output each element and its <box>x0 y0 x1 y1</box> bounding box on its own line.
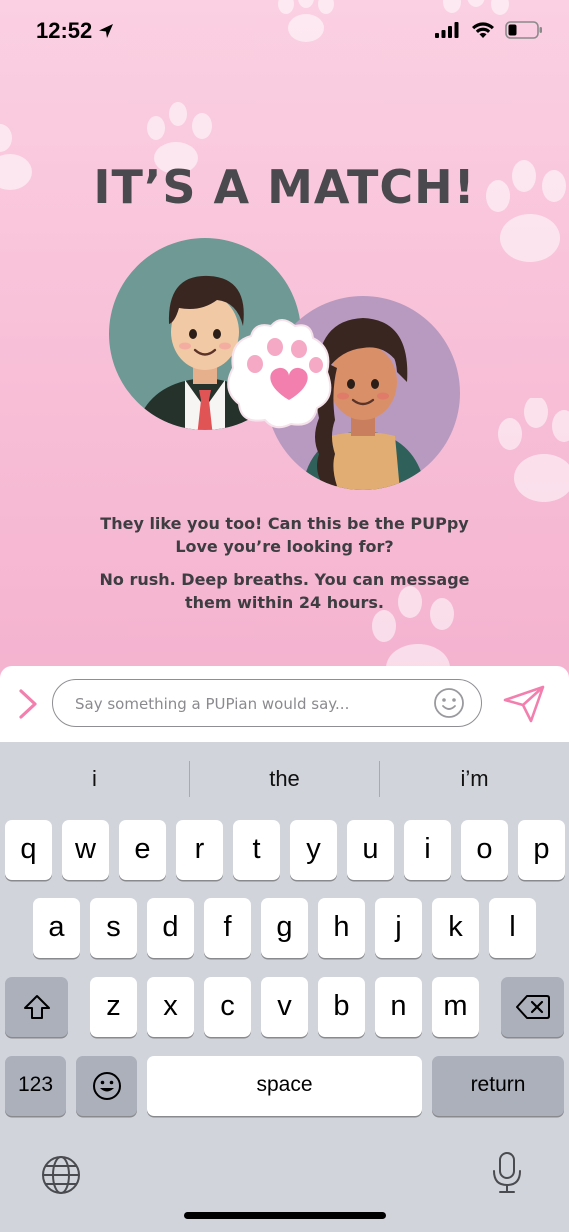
key-v[interactable]: v <box>261 977 308 1037</box>
key-z[interactable]: z <box>90 977 137 1037</box>
emoji-smiley-icon[interactable] <box>433 687 465 719</box>
key-q[interactable]: q <box>5 820 52 880</box>
numbers-key[interactable]: 123 <box>5 1056 66 1116</box>
key-k[interactable]: k <box>432 898 479 958</box>
emoji-key[interactable] <box>76 1056 137 1116</box>
key-p[interactable]: p <box>518 820 565 880</box>
match-title: IT’S A MATCH! <box>93 160 476 214</box>
status-time: 12:52 <box>36 18 93 43</box>
suggestion-item[interactable]: i’m <box>380 742 569 816</box>
match-subtext: No rush. Deep breaths. You can message t… <box>0 568 569 614</box>
key-j[interactable]: j <box>375 898 422 958</box>
match-subtext-line: them within 24 hours. <box>185 593 384 612</box>
key-l[interactable]: l <box>489 898 536 958</box>
shift-arrow-icon <box>23 995 50 1020</box>
key-h[interactable]: h <box>318 898 365 958</box>
match-screen: 12:52 IT’S A MATCH! They like you too! C… <box>0 0 569 1232</box>
backspace-icon <box>515 995 550 1020</box>
key-b[interactable]: b <box>318 977 365 1037</box>
emoji-keyboard-icon <box>92 1072 121 1101</box>
chevron-right-icon[interactable] <box>14 686 42 722</box>
key-r[interactable]: r <box>176 820 223 880</box>
key-o[interactable]: o <box>461 820 508 880</box>
status-icons <box>435 21 543 39</box>
key-m[interactable]: m <box>432 977 479 1037</box>
key-f[interactable]: f <box>204 898 251 958</box>
suggestion-item[interactable]: i <box>0 742 189 816</box>
location-arrow-icon <box>99 24 113 38</box>
match-background: 12:52 IT’S A MATCH! They like you too! C… <box>0 0 569 680</box>
battery-icon <box>505 21 542 39</box>
key-t[interactable]: t <box>233 820 280 880</box>
keyboard-suggestions: i the i’m <box>0 742 569 816</box>
match-avatars-illustration <box>109 238 460 490</box>
status-bar: 12:52 <box>0 0 569 64</box>
suggestion-item[interactable]: the <box>190 742 379 816</box>
message-composer <box>0 666 569 742</box>
match-subtext-line: No rush. Deep breaths. You can message <box>99 570 470 589</box>
key-c[interactable]: c <box>204 977 251 1037</box>
key-n[interactable]: n <box>375 977 422 1037</box>
key-u[interactable]: u <box>347 820 394 880</box>
message-input[interactable] <box>73 680 427 727</box>
key-y[interactable]: y <box>290 820 337 880</box>
wifi-icon <box>472 21 494 38</box>
send-icon[interactable] <box>502 684 546 724</box>
microphone-icon[interactable] <box>489 1150 525 1196</box>
key-a[interactable]: a <box>33 898 80 958</box>
return-key[interactable]: return <box>432 1056 564 1116</box>
match-message-line: They like you too! Can this be the PUPpy <box>100 514 469 533</box>
shift-key[interactable] <box>5 977 68 1037</box>
match-message-line: Love you’re looking for? <box>175 537 394 556</box>
message-input-container <box>52 679 482 727</box>
key-d[interactable]: d <box>147 898 194 958</box>
key-s[interactable]: s <box>90 898 137 958</box>
backspace-key[interactable] <box>501 977 564 1037</box>
key-i[interactable]: i <box>404 820 451 880</box>
key-w[interactable]: w <box>62 820 109 880</box>
home-indicator[interactable] <box>184 1212 386 1219</box>
match-message: They like you too! Can this be the PUPpy… <box>0 512 569 558</box>
globe-icon[interactable] <box>40 1154 82 1196</box>
key-x[interactable]: x <box>147 977 194 1037</box>
paw-print-icon <box>498 398 569 502</box>
key-e[interactable]: e <box>119 820 166 880</box>
space-key[interactable]: space <box>147 1056 422 1116</box>
cellular-signal-icon <box>435 22 459 38</box>
keyboard: i the i’m q w e r t y u i o p a s d f g … <box>0 742 569 1232</box>
key-g[interactable]: g <box>261 898 308 958</box>
